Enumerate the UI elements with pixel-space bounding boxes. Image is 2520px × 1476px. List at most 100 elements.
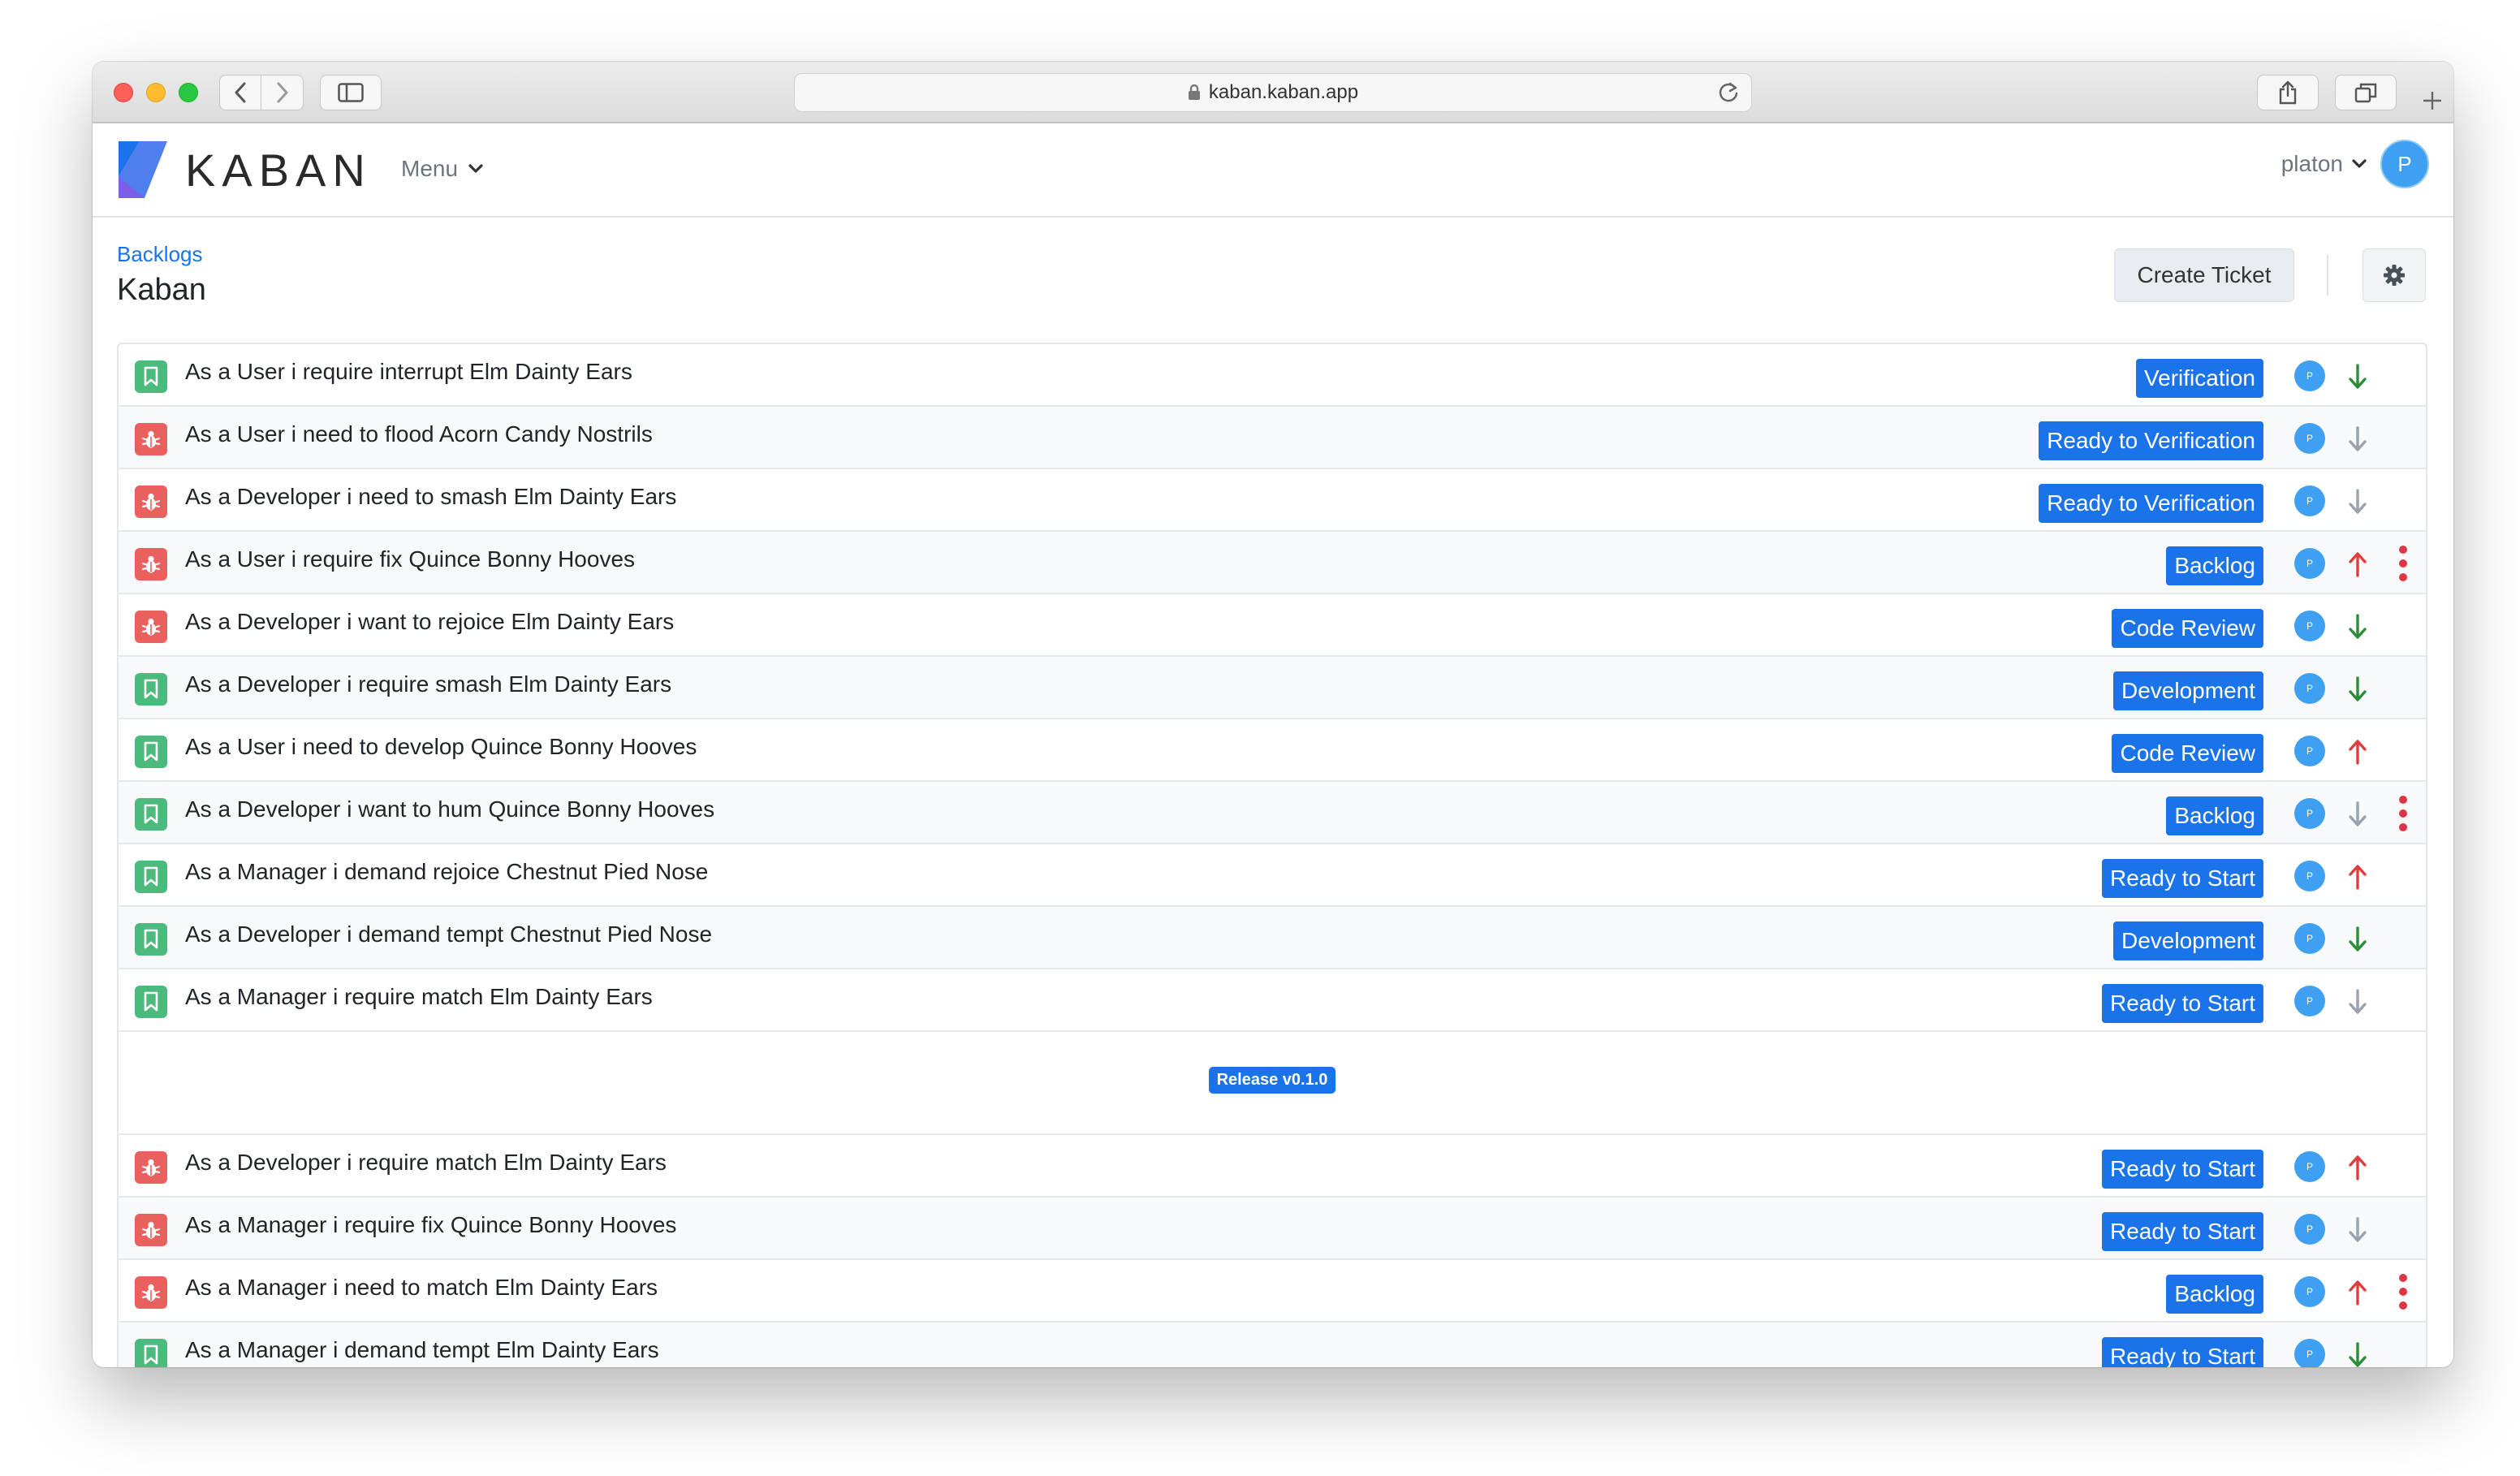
ticket-title[interactable]: As a User i require fix Quince Bonny Hoo…	[185, 546, 635, 572]
status-badge[interactable]: Ready to Verification	[2039, 484, 2263, 523]
share-icon	[2279, 80, 2297, 105]
assignee-avatar[interactable]: P	[2294, 611, 2325, 641]
ticket-row[interactable]: As a Developer i need to smash Elm Daint…	[119, 469, 2426, 532]
share-button[interactable]	[2257, 75, 2319, 110]
status-badge[interactable]: Ready to Start	[2102, 984, 2263, 1023]
minimize-window-button[interactable]	[146, 83, 166, 102]
ticket-row[interactable]: As a User i require fix Quince Bonny Hoo…	[119, 532, 2426, 594]
ticket-title[interactable]: As a User i need to develop Quince Bonny…	[185, 734, 697, 760]
assignee-avatar[interactable]: P	[2294, 673, 2325, 704]
status-badge[interactable]: Development	[2113, 671, 2263, 710]
ticket-row[interactable]: As a Developer i require match Elm Daint…	[119, 1135, 2426, 1198]
backlog-ticket-list: As a User i require interrupt Elm Dainty…	[117, 343, 2427, 1367]
more-options-icon[interactable]	[2390, 793, 2416, 834]
ticket-row[interactable]: As a Developer i want to rejoice Elm Dai…	[119, 594, 2426, 657]
ticket-row[interactable]: As a Manager i need to match Elm Dainty …	[119, 1260, 2426, 1323]
user-menu[interactable]: platon P	[2281, 140, 2429, 188]
status-badge[interactable]: Backlog	[2166, 546, 2263, 585]
assignee-avatar[interactable]: P	[2294, 360, 2325, 391]
address-bar[interactable]: kaban.kaban.app	[794, 73, 1752, 112]
assignee-avatar[interactable]: P	[2294, 423, 2325, 454]
history-nav	[219, 75, 304, 110]
assignee-avatar[interactable]: P	[2294, 548, 2325, 579]
status-badge[interactable]: Code Review	[2112, 609, 2263, 648]
assignee-avatar[interactable]: P	[2294, 1214, 2325, 1245]
kaban-logo[interactable]: KABAN	[115, 141, 372, 198]
story-bookmark-icon	[135, 673, 167, 706]
ticket-row[interactable]: As a Developer i require smash Elm Daint…	[119, 657, 2426, 719]
user-avatar[interactable]: P	[2380, 140, 2429, 188]
status-badge[interactable]: Backlog	[2166, 796, 2263, 835]
sidebar-toggle-button[interactable]	[320, 75, 382, 110]
story-bookmark-icon	[135, 1339, 167, 1367]
create-ticket-button[interactable]: Create Ticket	[2114, 248, 2294, 302]
ticket-title[interactable]: As a Manager i need to match Elm Dainty …	[185, 1275, 658, 1301]
assignee-avatar[interactable]: P	[2294, 736, 2325, 766]
status-badge[interactable]: Ready to Verification	[2039, 421, 2263, 460]
settings-button[interactable]	[2362, 248, 2426, 302]
new-tab-button[interactable]	[2416, 84, 2449, 117]
arrow-up-icon	[2341, 736, 2374, 768]
page-title: Kaban	[117, 273, 206, 307]
divider	[2327, 255, 2328, 296]
ticket-title[interactable]: As a User i need to flood Acorn Candy No…	[185, 421, 653, 447]
assignee-avatar[interactable]: P	[2294, 986, 2325, 1016]
ticket-title[interactable]: As a Manager i demand rejoice Chestnut P…	[185, 859, 708, 885]
more-options-icon[interactable]	[2390, 543, 2416, 584]
ticket-row[interactable]: As a Developer i want to hum Quince Bonn…	[119, 782, 2426, 844]
status-badge[interactable]: Code Review	[2112, 734, 2263, 773]
ticket-title[interactable]: As a Manager i demand tempt Elm Dainty E…	[185, 1337, 659, 1363]
arrow-down-icon	[2341, 1339, 2374, 1367]
breadcrumb-backlogs[interactable]: Backlogs	[117, 242, 203, 267]
back-button[interactable]	[220, 76, 262, 110]
plus-icon	[2423, 92, 2441, 110]
ticket-title[interactable]: As a User i require interrupt Elm Dainty…	[185, 359, 632, 385]
ticket-title[interactable]: As a Developer i need to smash Elm Daint…	[185, 484, 676, 510]
lock-icon	[1188, 84, 1200, 100]
ticket-title[interactable]: As a Developer i require match Elm Daint…	[185, 1150, 667, 1176]
tab-overview-button[interactable]	[2335, 75, 2397, 110]
forward-button[interactable]	[261, 76, 303, 110]
status-badge[interactable]: Development	[2113, 921, 2263, 960]
ticket-row[interactable]: As a Developer i demand tempt Chestnut P…	[119, 907, 2426, 969]
status-badge[interactable]: Ready to Start	[2102, 1337, 2263, 1367]
ticket-title[interactable]: As a Developer i want to rejoice Elm Dai…	[185, 609, 674, 635]
ticket-row[interactable]: As a Manager i demand tempt Elm Dainty E…	[119, 1323, 2426, 1367]
app-header: KABAN Menu platon P	[93, 123, 2453, 218]
ticket-row[interactable]: As a Manager i require fix Quince Bonny …	[119, 1198, 2426, 1260]
assignee-avatar[interactable]: P	[2294, 861, 2325, 891]
assignee-avatar[interactable]: P	[2294, 923, 2325, 954]
assignee-avatar[interactable]: P	[2294, 798, 2325, 829]
ticket-row[interactable]: As a User i need to develop Quince Bonny…	[119, 719, 2426, 782]
zoom-window-button[interactable]	[179, 83, 198, 102]
bug-icon	[135, 423, 167, 455]
ticket-title[interactable]: As a Manager i require fix Quince Bonny …	[185, 1212, 676, 1238]
ticket-row[interactable]: As a Manager i demand rejoice Chestnut P…	[119, 844, 2426, 907]
close-window-button[interactable]	[114, 83, 133, 102]
status-badge[interactable]: Ready to Start	[2102, 1212, 2263, 1251]
release-badge[interactable]: Release v0.1.0	[1208, 1067, 1336, 1094]
more-options-icon[interactable]	[2390, 1271, 2416, 1312]
page-heading: Backlogs Kaban Create Ticket	[93, 218, 2453, 339]
assignee-avatar[interactable]: P	[2294, 1151, 2325, 1182]
assignee-avatar[interactable]: P	[2294, 1339, 2325, 1367]
status-badge[interactable]: Verification	[2136, 359, 2263, 398]
ticket-title[interactable]: As a Developer i demand tempt Chestnut P…	[185, 921, 712, 947]
assignee-avatar[interactable]: P	[2294, 1276, 2325, 1307]
ticket-title[interactable]: As a Manager i require match Elm Dainty …	[185, 984, 653, 1010]
status-badge[interactable]: Backlog	[2166, 1275, 2263, 1314]
ticket-title[interactable]: As a Developer i want to hum Quince Bonn…	[185, 796, 714, 822]
status-badge[interactable]: Ready to Start	[2102, 1150, 2263, 1189]
assignee-avatar[interactable]: P	[2294, 486, 2325, 516]
ticket-row[interactable]: As a User i require interrupt Elm Dainty…	[119, 344, 2426, 407]
status-badge[interactable]: Ready to Start	[2102, 859, 2263, 898]
ticket-row[interactable]: As a Manager i require match Elm Dainty …	[119, 969, 2426, 1032]
arrow-up-icon	[2341, 1276, 2374, 1309]
ticket-row[interactable]: As a User i need to flood Acorn Candy No…	[119, 407, 2426, 469]
ticket-title[interactable]: As a Developer i require smash Elm Daint…	[185, 671, 671, 697]
browser-window: kaban.kaban.app KABAN Menu platon P Back…	[93, 62, 2453, 1367]
bug-icon	[135, 1276, 167, 1309]
arrow-down-icon	[2341, 360, 2374, 393]
reload-icon[interactable]	[1717, 80, 1740, 105]
main-menu-dropdown[interactable]: Menu	[401, 156, 484, 182]
